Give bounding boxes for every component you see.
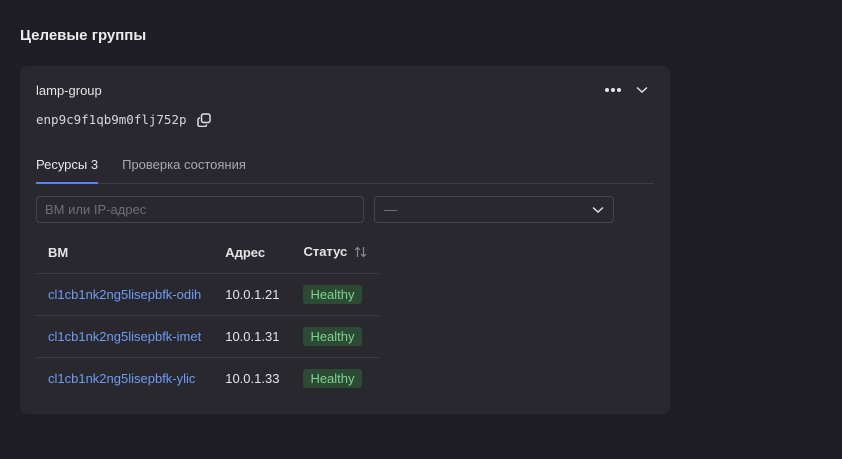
vm-link[interactable]: cl1cb1nk2ng5lisepbfk-odih xyxy=(48,287,201,302)
more-horizontal-icon[interactable] xyxy=(604,87,622,93)
cell-vm: cl1cb1nk2ng5lisepbfk-odih xyxy=(36,273,214,316)
group-id: enp9c9f1qb9m0flj752p xyxy=(36,112,187,127)
tab-health-check[interactable]: Проверка состояния xyxy=(122,154,246,183)
vm-link[interactable]: cl1cb1nk2ng5lisepbfk-ylic xyxy=(48,371,195,386)
status-badge: Healthy xyxy=(303,285,362,304)
cell-address: 10.0.1.21 xyxy=(213,273,292,316)
select-value: — xyxy=(384,202,397,217)
table-row: cl1cb1nk2ng5lisepbfk-ylic 10.0.1.33 Heal… xyxy=(36,358,379,400)
status-badge: Healthy xyxy=(303,369,362,388)
column-header-vm: ВМ xyxy=(36,232,214,274)
table-row: cl1cb1nk2ng5lisepbfk-imet 10.0.1.31 Heal… xyxy=(36,315,379,358)
cell-status: Healthy xyxy=(291,358,378,400)
group-name: lamp-group xyxy=(36,83,102,98)
cell-status: Healthy xyxy=(291,273,379,316)
vm-link[interactable]: cl1cb1nk2ng5lisepbfk-imet xyxy=(48,329,201,344)
sort-arrows-icon[interactable] xyxy=(354,246,367,261)
cell-vm: cl1cb1nk2ng5lisepbfk-imet xyxy=(36,315,214,358)
card-actions xyxy=(604,86,648,94)
status-filter-select[interactable]: — xyxy=(374,196,614,223)
copy-icon[interactable] xyxy=(196,112,211,127)
table-header-row: ВМ Адрес Статус xyxy=(36,232,379,274)
column-header-status[interactable]: Статус xyxy=(291,232,379,274)
search-input[interactable] xyxy=(36,196,364,223)
cell-address: 10.0.1.33 xyxy=(225,371,280,386)
tab-resources[interactable]: Ресурсы 3 xyxy=(36,154,99,184)
table-row: cl1cb1nk2ng5lisepbfk-odih 10.0.1.21 Heal… xyxy=(36,273,379,316)
column-header-status-label: Статус xyxy=(303,244,348,259)
resources-table: ВМ Адрес Статус cl1cb1nk2ng5lisepbfk-odi… xyxy=(36,232,379,399)
cell-address: 10.0.1.31 xyxy=(213,315,292,358)
chevron-down-icon[interactable] xyxy=(636,86,648,94)
target-group-card: lamp-group enp9c9f1qb9m0flj752p Ресурсы … xyxy=(20,66,670,414)
status-badge: Healthy xyxy=(303,327,362,346)
section-title: Целевые группы xyxy=(20,27,147,44)
chevron-down-icon xyxy=(592,201,604,219)
group-id-row: enp9c9f1qb9m0flj752p xyxy=(36,112,211,127)
cell-status: Healthy xyxy=(291,315,379,358)
column-header-address: Адрес xyxy=(213,232,292,274)
cell-vm: cl1cb1nk2ng5lisepbfk-ylic xyxy=(36,358,213,400)
tabs: Ресурсы 3 Проверка состояния xyxy=(36,154,654,184)
